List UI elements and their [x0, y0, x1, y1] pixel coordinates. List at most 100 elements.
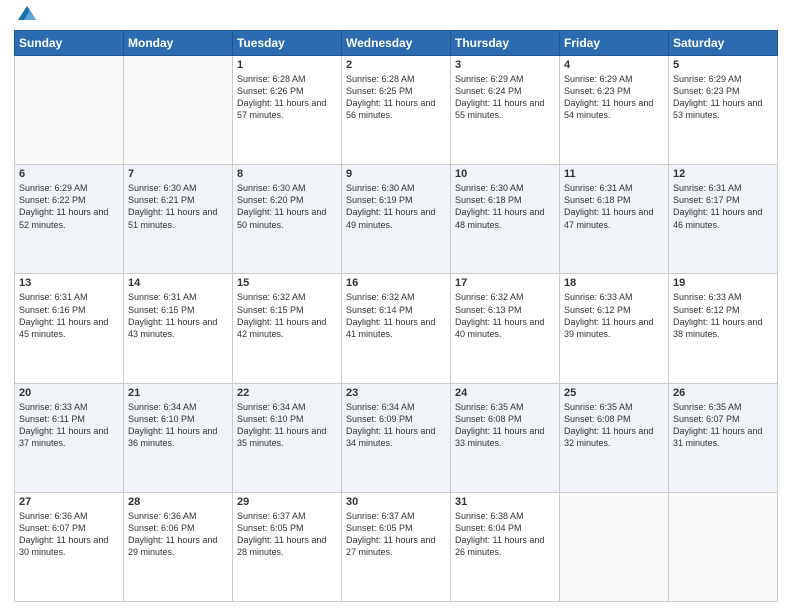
day-number: 9 [346, 168, 446, 180]
header [14, 10, 778, 24]
weekday-header: Wednesday [342, 31, 451, 56]
calendar-cell: 27 Sunrise: 6:36 AM Sunset: 6:07 PM Dayli… [15, 492, 124, 601]
calendar-cell: 31 Sunrise: 6:38 AM Sunset: 6:04 PM Dayli… [451, 492, 560, 601]
day-info: Sunrise: 6:36 AM Sunset: 6:06 PM Dayligh… [128, 510, 228, 559]
day-number: 5 [673, 59, 773, 71]
day-info: Sunrise: 6:31 AM Sunset: 6:16 PM Dayligh… [19, 291, 119, 340]
calendar-week-row: 1 Sunrise: 6:28 AM Sunset: 6:26 PM Daylig… [15, 56, 778, 165]
day-number: 2 [346, 59, 446, 71]
day-number: 7 [128, 168, 228, 180]
day-info: Sunrise: 6:34 AM Sunset: 6:09 PM Dayligh… [346, 401, 446, 450]
day-info: Sunrise: 6:31 AM Sunset: 6:15 PM Dayligh… [128, 291, 228, 340]
weekday-header: Saturday [669, 31, 778, 56]
calendar-cell: 23Sunrise: 6:34 AM Sunset: 6:09 PM Dayli… [342, 383, 451, 492]
calendar-cell: 18 Sunrise: 6:33 AM Sunset: 6:12 PM Dayli… [560, 274, 669, 383]
day-info: Sunrise: 6:28 AM Sunset: 6:26 PM Dayligh… [237, 73, 337, 122]
calendar-cell: 1 Sunrise: 6:28 AM Sunset: 6:26 PM Daylig… [233, 56, 342, 165]
calendar-cell: 22 Sunrise: 6:34 AM Sunset: 6:10 PM Dayli… [233, 383, 342, 492]
day-info: Sunrise: 6:31 AM Sunset: 6:17 PM Dayligh… [673, 182, 773, 231]
weekday-header: Thursday [451, 31, 560, 56]
day-info: Sunrise: 6:30 AM Sunset: 6:20 PM Dayligh… [237, 182, 337, 231]
day-number: 4 [564, 59, 664, 71]
day-info: Sunrise: 6:33 AM Sunset: 6:12 PM Dayligh… [673, 291, 773, 340]
calendar-cell: 8 Sunrise: 6:30 AM Sunset: 6:20 PM Daylig… [233, 165, 342, 274]
calendar-cell: 3 Sunrise: 6:29 AM Sunset: 6:24 PM Daylig… [451, 56, 560, 165]
day-info: Sunrise: 6:35 AM Sunset: 6:08 PM Dayligh… [564, 401, 664, 450]
day-number: 8 [237, 168, 337, 180]
weekday-header: Tuesday [233, 31, 342, 56]
day-info: Sunrise: 6:31 AM Sunset: 6:18 PM Dayligh… [564, 182, 664, 231]
day-number: 25 [564, 387, 664, 399]
day-info: Sunrise: 6:35 AM Sunset: 6:08 PM Dayligh… [455, 401, 555, 450]
calendar-cell: 5 Sunrise: 6:29 AM Sunset: 6:23 PM Daylig… [669, 56, 778, 165]
day-info: Sunrise: 6:33 AM Sunset: 6:12 PM Dayligh… [564, 291, 664, 340]
day-info: Sunrise: 6:38 AM Sunset: 6:04 PM Dayligh… [455, 510, 555, 559]
day-number: 13 [19, 277, 119, 289]
day-number: 6 [19, 168, 119, 180]
day-info: Sunrise: 6:29 AM Sunset: 6:24 PM Dayligh… [455, 73, 555, 122]
day-info: Sunrise: 6:33 AM Sunset: 6:11 PM Dayligh… [19, 401, 119, 450]
day-number: 19 [673, 277, 773, 289]
day-number: 30 [346, 496, 446, 508]
day-number: 20 [19, 387, 119, 399]
weekday-header: Monday [124, 31, 233, 56]
calendar-cell [15, 56, 124, 165]
calendar-cell: 20 Sunrise: 6:33 AM Sunset: 6:11 PM Dayli… [15, 383, 124, 492]
day-number: 14 [128, 277, 228, 289]
day-info: Sunrise: 6:32 AM Sunset: 6:14 PM Dayligh… [346, 291, 446, 340]
calendar-week-row: 6 Sunrise: 6:29 AM Sunset: 6:22 PM Daylig… [15, 165, 778, 274]
day-number: 18 [564, 277, 664, 289]
day-info: Sunrise: 6:36 AM Sunset: 6:07 PM Dayligh… [19, 510, 119, 559]
calendar-cell: 11 Sunrise: 6:31 AM Sunset: 6:18 PM Dayli… [560, 165, 669, 274]
calendar-cell: 30 Sunrise: 6:37 AM Sunset: 6:05 PM Dayli… [342, 492, 451, 601]
day-info: Sunrise: 6:29 AM Sunset: 6:22 PM Dayligh… [19, 182, 119, 231]
weekday-header-row: SundayMondayTuesdayWednesdayThursdayFrid… [15, 31, 778, 56]
weekday-header: Friday [560, 31, 669, 56]
calendar-cell: 6 Sunrise: 6:29 AM Sunset: 6:22 PM Daylig… [15, 165, 124, 274]
calendar-cell: 19 Sunrise: 6:33 AM Sunset: 6:12 PM Dayli… [669, 274, 778, 383]
day-info: Sunrise: 6:32 AM Sunset: 6:13 PM Dayligh… [455, 291, 555, 340]
calendar-cell: 24Sunrise: 6:35 AM Sunset: 6:08 PM Dayli… [451, 383, 560, 492]
calendar-cell [124, 56, 233, 165]
calendar-cell: 2Sunrise: 6:28 AM Sunset: 6:25 PM Daylig… [342, 56, 451, 165]
day-number: 26 [673, 387, 773, 399]
day-info: Sunrise: 6:37 AM Sunset: 6:05 PM Dayligh… [346, 510, 446, 559]
calendar-table: SundayMondayTuesdayWednesdayThursdayFrid… [14, 30, 778, 602]
day-number: 22 [237, 387, 337, 399]
calendar-cell: 9 Sunrise: 6:30 AM Sunset: 6:19 PM Daylig… [342, 165, 451, 274]
day-info: Sunrise: 6:30 AM Sunset: 6:21 PM Dayligh… [128, 182, 228, 231]
logo-icon [16, 2, 38, 24]
calendar-week-row: 13 Sunrise: 6:31 AM Sunset: 6:16 PM Dayli… [15, 274, 778, 383]
logo [14, 10, 38, 24]
calendar-cell: 14 Sunrise: 6:31 AM Sunset: 6:15 PM Dayli… [124, 274, 233, 383]
calendar-cell: 25 Sunrise: 6:35 AM Sunset: 6:08 PM Dayli… [560, 383, 669, 492]
calendar-cell: 7 Sunrise: 6:30 AM Sunset: 6:21 PM Daylig… [124, 165, 233, 274]
day-number: 27 [19, 496, 119, 508]
calendar-cell: 21Sunrise: 6:34 AM Sunset: 6:10 PM Dayli… [124, 383, 233, 492]
calendar-week-row: 27 Sunrise: 6:36 AM Sunset: 6:07 PM Dayli… [15, 492, 778, 601]
day-number: 31 [455, 496, 555, 508]
day-info: Sunrise: 6:32 AM Sunset: 6:15 PM Dayligh… [237, 291, 337, 340]
day-number: 15 [237, 277, 337, 289]
day-number: 11 [564, 168, 664, 180]
day-number: 21 [128, 387, 228, 399]
day-info: Sunrise: 6:34 AM Sunset: 6:10 PM Dayligh… [237, 401, 337, 450]
day-number: 1 [237, 59, 337, 71]
day-number: 3 [455, 59, 555, 71]
calendar-cell: 15 Sunrise: 6:32 AM Sunset: 6:15 PM Dayli… [233, 274, 342, 383]
day-number: 16 [346, 277, 446, 289]
day-info: Sunrise: 6:29 AM Sunset: 6:23 PM Dayligh… [673, 73, 773, 122]
calendar-cell: 26Sunrise: 6:35 AM Sunset: 6:07 PM Dayli… [669, 383, 778, 492]
calendar-cell: 29Sunrise: 6:37 AM Sunset: 6:05 PM Dayli… [233, 492, 342, 601]
day-info: Sunrise: 6:29 AM Sunset: 6:23 PM Dayligh… [564, 73, 664, 122]
day-number: 17 [455, 277, 555, 289]
calendar-cell: 28 Sunrise: 6:36 AM Sunset: 6:06 PM Dayli… [124, 492, 233, 601]
day-number: 28 [128, 496, 228, 508]
calendar-cell: 10 Sunrise: 6:30 AM Sunset: 6:18 PM Dayli… [451, 165, 560, 274]
calendar-cell: 16 Sunrise: 6:32 AM Sunset: 6:14 PM Dayli… [342, 274, 451, 383]
day-info: Sunrise: 6:30 AM Sunset: 6:19 PM Dayligh… [346, 182, 446, 231]
day-number: 10 [455, 168, 555, 180]
day-info: Sunrise: 6:30 AM Sunset: 6:18 PM Dayligh… [455, 182, 555, 231]
calendar-cell [560, 492, 669, 601]
weekday-header: Sunday [15, 31, 124, 56]
